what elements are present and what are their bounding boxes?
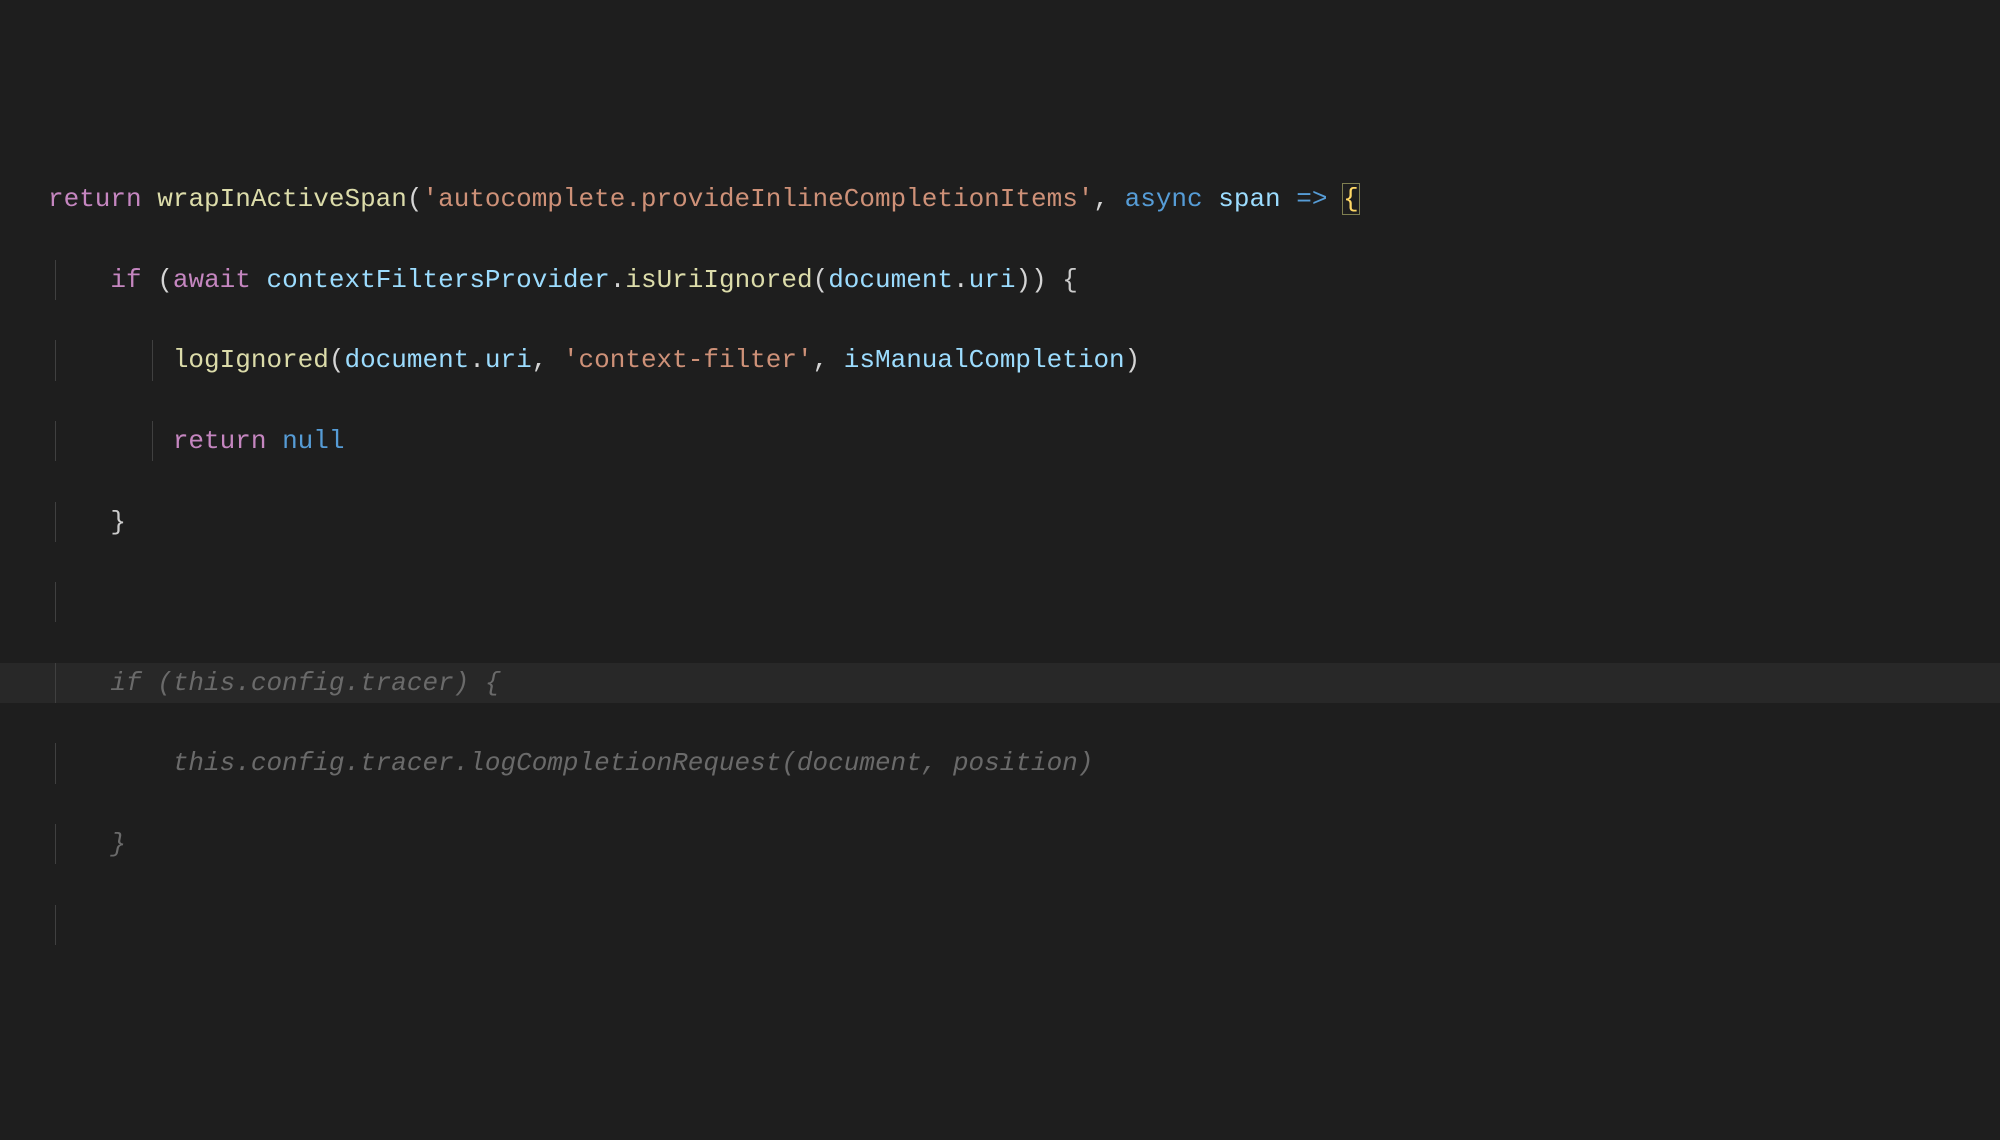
space <box>1047 265 1063 295</box>
dot: . <box>953 265 969 295</box>
inline-suggestion-line-2[interactable]: this.config.tracer.logCompletionRequest(… <box>0 743 2000 783</box>
code-line-2[interactable]: if (await contextFiltersProvider.isUriIg… <box>0 260 2000 300</box>
function-call: wrapInActiveSpan <box>157 184 407 214</box>
keyword-return: return <box>173 426 267 456</box>
brace-open: { <box>1062 265 1078 295</box>
indent <box>48 829 110 859</box>
paren-close: ) <box>1031 265 1047 295</box>
indent-guide <box>152 340 153 380</box>
code-line-4[interactable]: return null <box>0 421 2000 461</box>
paren-open: ( <box>157 265 173 295</box>
property: uri <box>485 345 532 375</box>
code-line-blank[interactable] <box>0 582 2000 622</box>
keyword-await: await <box>173 265 251 295</box>
code-line-blank-2[interactable] <box>0 905 2000 945</box>
string-literal: 'autocomplete.provideInlineCompletionIte… <box>422 184 1093 214</box>
string-literal: 'context-filter' <box>563 345 813 375</box>
space <box>1281 184 1297 214</box>
indent <box>48 345 173 375</box>
keyword-async: async <box>1125 184 1203 214</box>
paren-open: ( <box>813 265 829 295</box>
brace-close: } <box>110 507 126 537</box>
paren-open: ( <box>407 184 423 214</box>
indent-guide <box>55 260 56 300</box>
inline-suggestion-line-1[interactable]: if (this.config.tracer) { <box>0 663 2000 703</box>
comma: , <box>532 345 563 375</box>
variable: document <box>828 265 953 295</box>
paren-close: ) <box>1125 345 1141 375</box>
indent <box>48 426 173 456</box>
paren-close: ) <box>1015 265 1031 295</box>
ghost-text: } <box>110 829 126 859</box>
indent-guide <box>55 824 56 864</box>
keyword-return: return <box>48 184 142 214</box>
space <box>142 184 158 214</box>
property: uri <box>969 265 1016 295</box>
function-call: logIgnored <box>173 345 329 375</box>
variable: document <box>344 345 469 375</box>
code-line-5[interactable]: } <box>0 502 2000 542</box>
parameter: span <box>1218 184 1280 214</box>
arrow-token: => <box>1296 184 1327 214</box>
space <box>266 426 282 456</box>
comma: , <box>1093 184 1124 214</box>
method-call: isUriIgnored <box>625 265 812 295</box>
indent-guide <box>55 502 56 542</box>
variable: isManualCompletion <box>844 345 1125 375</box>
space <box>251 265 267 295</box>
indent-guide <box>55 663 56 703</box>
indent-guide <box>55 743 56 783</box>
space <box>142 265 158 295</box>
indent <box>48 748 110 778</box>
indent-guide <box>55 905 56 945</box>
comma: , <box>813 345 844 375</box>
code-line-3[interactable]: logIgnored(document.uri, 'context-filter… <box>0 340 2000 380</box>
indent <box>48 265 110 295</box>
indent-guide <box>55 421 56 461</box>
paren-open: ( <box>329 345 345 375</box>
dot: . <box>469 345 485 375</box>
indent <box>48 507 110 537</box>
indent-guide <box>55 340 56 380</box>
indent-guide <box>152 421 153 461</box>
null-literal: null <box>282 426 344 456</box>
ghost-text: if (this.config.tracer) { <box>110 668 500 698</box>
indent-guide <box>55 582 56 622</box>
space <box>1328 184 1344 214</box>
keyword-if: if <box>110 265 141 295</box>
dot: . <box>610 265 626 295</box>
ghost-text: this.config.tracer.logCompletionRequest(… <box>110 748 1093 778</box>
variable: contextFiltersProvider <box>266 265 609 295</box>
code-line-1[interactable]: return wrapInActiveSpan('autocomplete.pr… <box>0 179 2000 219</box>
brace-open-matched: { <box>1342 183 1360 215</box>
inline-suggestion-line-3[interactable]: } <box>0 824 2000 864</box>
indent <box>48 668 110 698</box>
space <box>1203 184 1219 214</box>
